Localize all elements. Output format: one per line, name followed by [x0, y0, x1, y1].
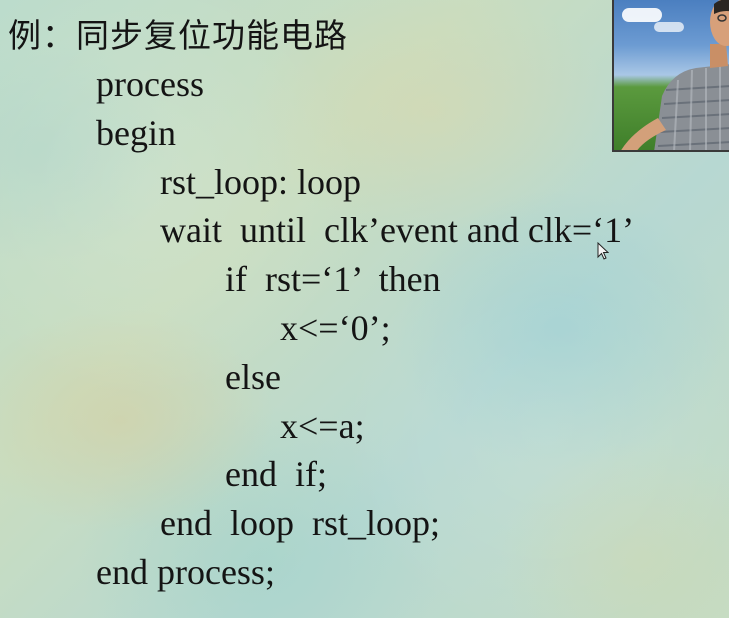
code-line-end-if: end if; [225, 454, 327, 494]
presenter-video-icon [621, 0, 729, 150]
code-line-if-rst: if rst=‘1’ then [225, 259, 441, 299]
code-line-process: process [96, 64, 204, 104]
code-line-else: else [225, 357, 281, 397]
code-line-end-loop: end loop rst_loop; [160, 503, 440, 543]
code-line-loop-label: rst_loop: loop [160, 162, 362, 202]
code-line-end-process: end process; [96, 552, 275, 592]
code-line-assign-a: x<=a; [280, 406, 365, 446]
presenter-video-overlay[interactable] [612, 0, 729, 152]
slide-title: 例：同步复位功能电路 [8, 16, 348, 55]
code-line-wait-until: wait until clk’event and clk=‘1’ [160, 210, 635, 250]
mouse-cursor-icon [597, 242, 609, 260]
code-line-assign-zero: x<=‘0’; [280, 308, 391, 348]
code-line-begin: begin [96, 113, 176, 153]
